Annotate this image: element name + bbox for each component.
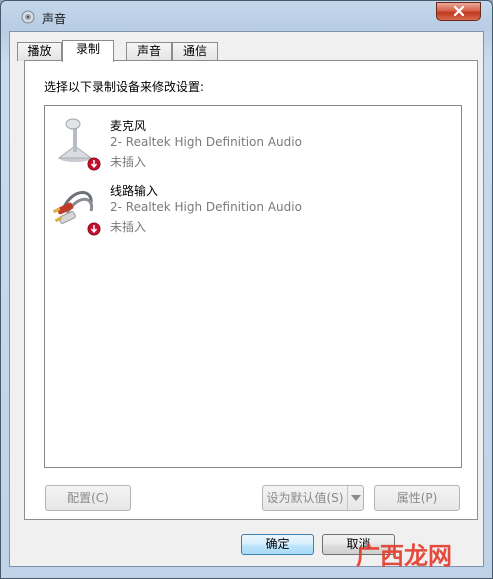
title-bar[interactable]: 声音 [1,1,492,31]
speaker-icon [21,10,35,24]
properties-button[interactable]: 属性(P) [374,485,460,511]
microphone-icon [53,116,105,172]
recording-device-list[interactable]: 麦克风 2- Realtek High Definition Audio 未插入… [44,105,462,468]
tab-playback[interactable]: 播放 [17,42,62,61]
device-status: 未插入 [110,220,147,234]
line-in-cable-icon [52,181,105,237]
device-item-line-in[interactable]: 线路输入 2- Realtek High Definition Audio 未插… [51,179,451,239]
window-title: 声音 [42,12,67,26]
set-default-label: 设为默认值(S) [266,491,344,505]
device-status: 未插入 [110,155,147,169]
device-name: 麦克风 [110,119,147,133]
set-default-split-button[interactable]: 设为默认值(S) [262,485,364,511]
device-description: 2- Realtek High Definition Audio [110,135,302,149]
configure-button[interactable]: 配置(C) [45,485,131,511]
device-name: 线路输入 [110,184,159,198]
chevron-down-icon[interactable] [347,486,363,510]
sound-dialog-window: 声音 播放 录制 声音 通信 选择以下录制设备来修改设置: 麦克风 2- Rea… [0,0,493,579]
device-description: 2- Realtek High Definition Audio [110,200,302,214]
watermark-text: 广西龙网 [356,542,452,570]
tab-sounds[interactable]: 声音 [126,42,172,61]
ok-button[interactable]: 确定 [241,534,314,555]
tab-recording[interactable]: 录制 [62,40,114,62]
close-icon [453,5,465,19]
instruction-text: 选择以下录制设备来修改设置: [44,80,205,94]
tab-communications[interactable]: 通信 [172,42,218,61]
device-item-microphone[interactable]: 麦克风 2- Realtek High Definition Audio 未插入 [51,114,451,174]
close-button[interactable] [436,2,481,21]
